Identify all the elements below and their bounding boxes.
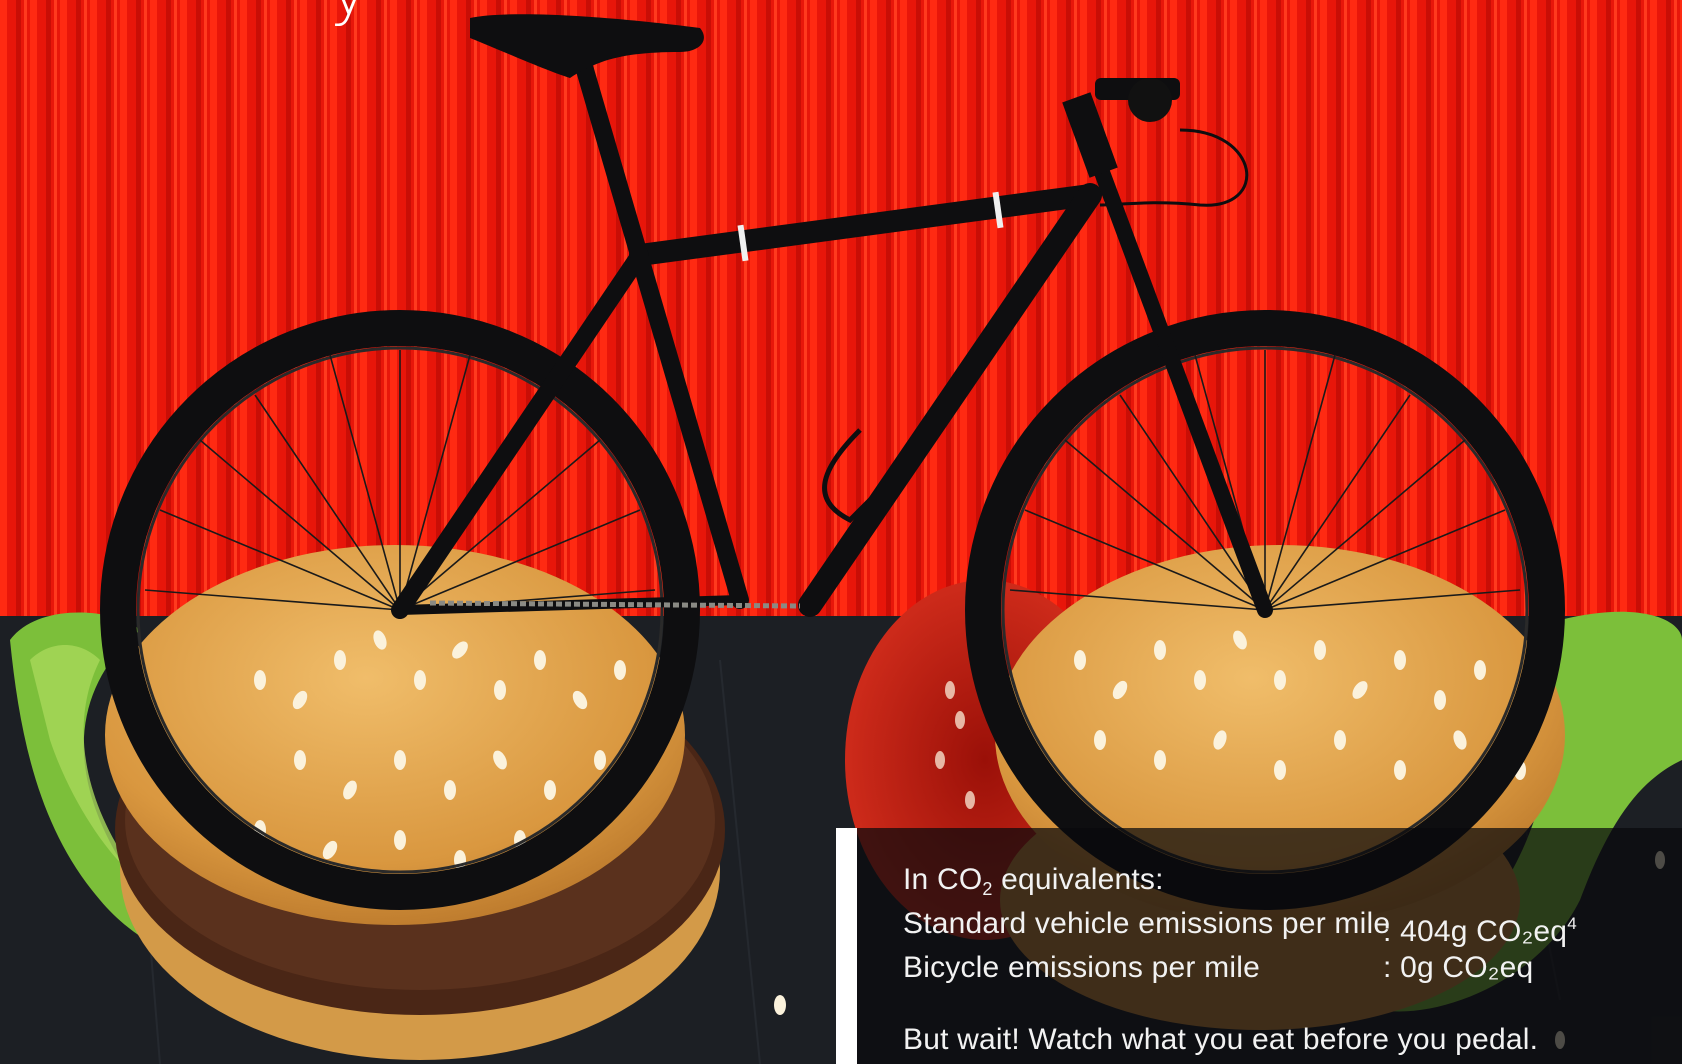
bicycle-emissions-colon: : — [1383, 951, 1392, 984]
intro-prefix: In CO — [903, 863, 983, 896]
intro-line: In CO2 equivalents: — [903, 858, 1663, 902]
footnote-marker: 4 — [1567, 914, 1577, 933]
teaser-line: But wait! Watch what you eat before you … — [903, 1018, 1663, 1062]
bicycle-emissions-row: Bicycle emissions per mile : 0g CO₂eq — [903, 946, 1663, 990]
bicycle-emissions-label: Bicycle emissions per mile — [903, 951, 1260, 984]
vehicle-emissions-label: Standard vehicle emissions per mile — [903, 907, 1391, 940]
emissions-text: In CO2 equivalents: Standard vehicle emi… — [903, 858, 1663, 1062]
intro-suffix: equivalents: — [992, 863, 1164, 896]
bicycle-emissions-value: 0g CO₂eq — [1400, 951, 1534, 984]
vehicle-emissions-row: Standard vehicle emissions per mile : 40… — [903, 902, 1663, 948]
vehicle-emissions-colon: : — [1383, 915, 1392, 948]
headline-fragment: y — [330, 0, 368, 30]
teaser-text: But wait! Watch what you eat before you … — [903, 1023, 1539, 1056]
vehicle-emissions-value: 404g CO₂eq — [1400, 915, 1568, 948]
intro-subscript: 2 — [982, 879, 993, 899]
accent-bar — [836, 828, 857, 1064]
red-wall-background — [0, 0, 1682, 616]
